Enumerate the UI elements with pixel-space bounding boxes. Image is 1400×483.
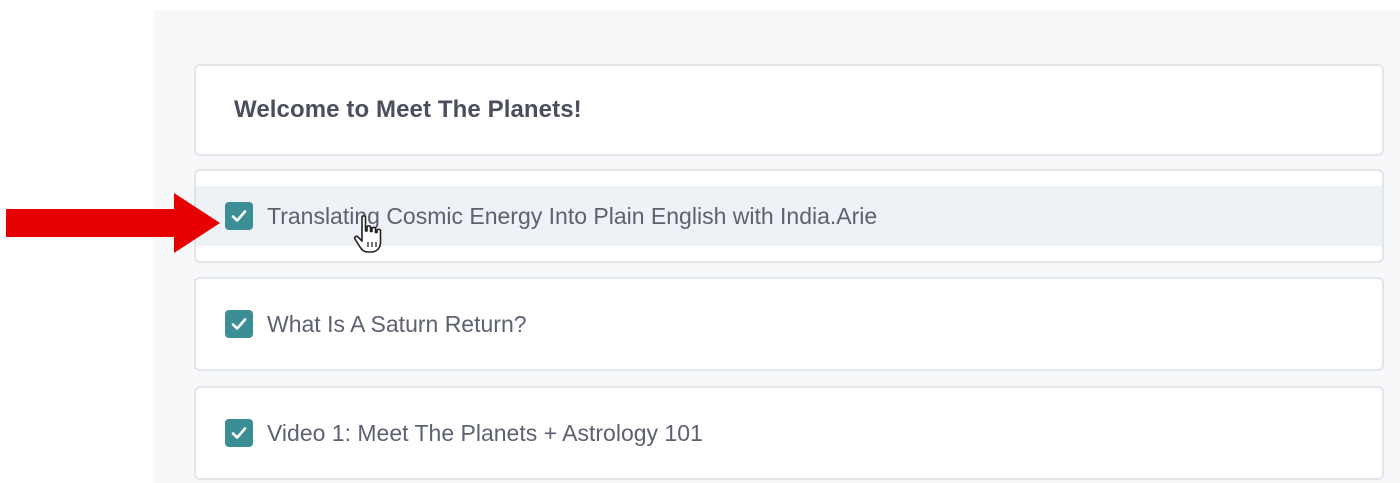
lesson-title[interactable]: What Is A Saturn Return? (267, 311, 527, 338)
hand-pointer-icon (353, 215, 382, 253)
screen: Welcome to Meet The Planets! Translating… (0, 0, 1400, 483)
lesson-item[interactable]: What Is A Saturn Return? (194, 277, 1384, 371)
check-icon (231, 427, 247, 439)
completed-checkbox[interactable] (225, 202, 253, 230)
section-header[interactable]: Welcome to Meet The Planets! (194, 64, 1384, 156)
check-icon (231, 318, 247, 330)
lesson-row[interactable]: What Is A Saturn Return? (196, 279, 1382, 369)
completed-checkbox[interactable] (225, 310, 253, 338)
arrow-right-icon (6, 193, 220, 253)
lesson-title[interactable]: Video 1: Meet The Planets + Astrology 10… (267, 420, 703, 447)
lesson-item[interactable]: Video 1: Meet The Planets + Astrology 10… (194, 386, 1384, 480)
section-title: Welcome to Meet The Planets! (234, 96, 582, 123)
completed-checkbox[interactable] (225, 419, 253, 447)
lesson-row[interactable]: Video 1: Meet The Planets + Astrology 10… (196, 388, 1382, 478)
check-icon (231, 210, 247, 222)
